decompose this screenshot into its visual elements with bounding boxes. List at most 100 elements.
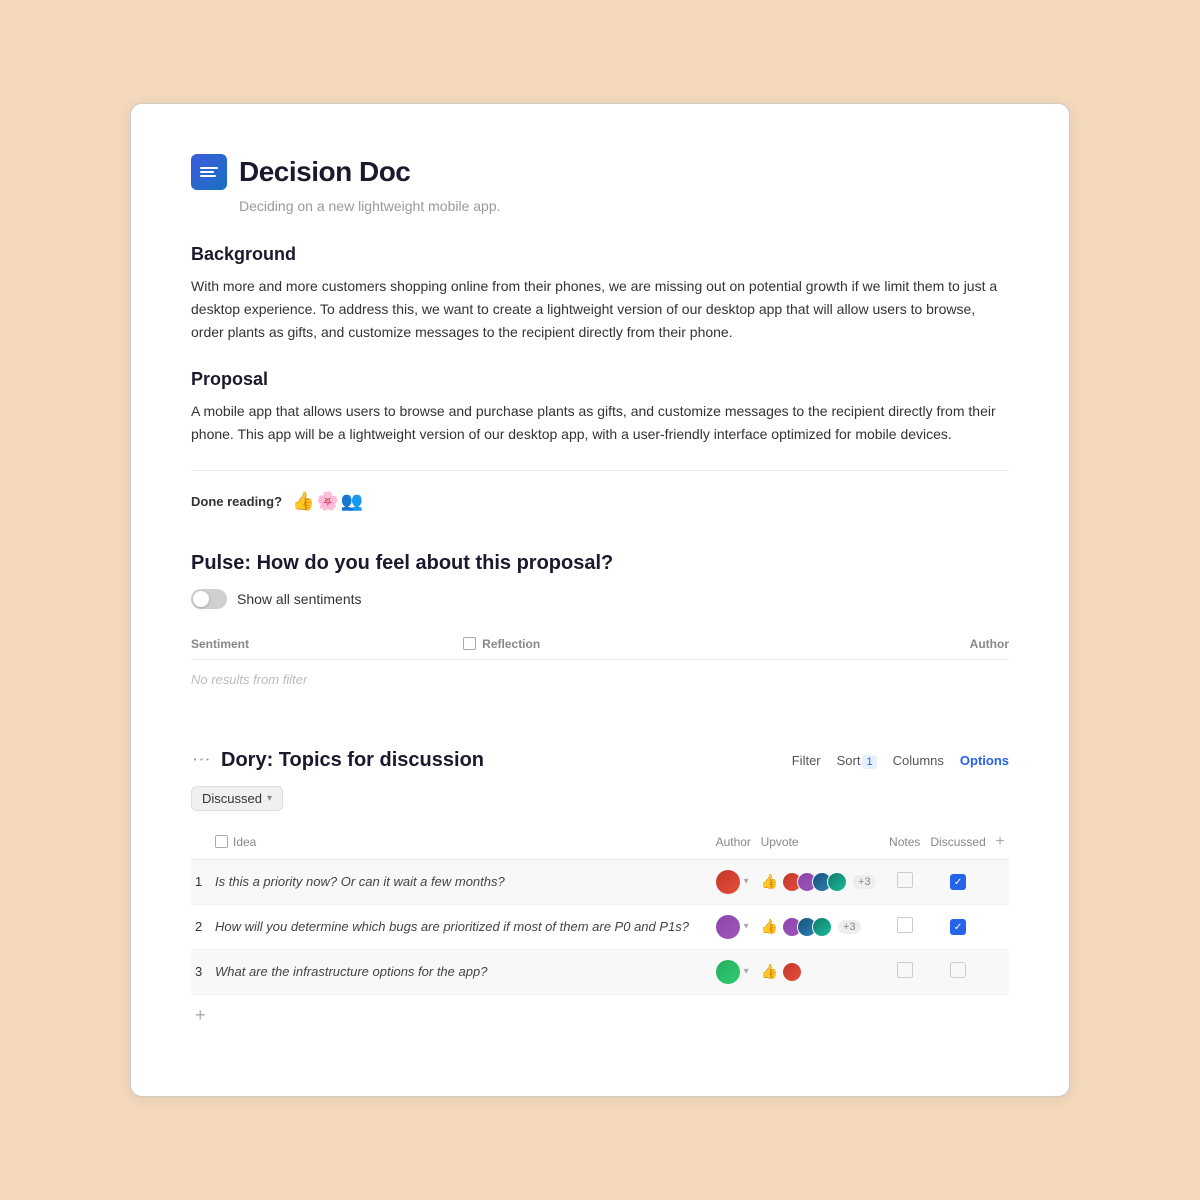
col-add[interactable]: + — [991, 825, 1009, 860]
pulse-col-author: Author — [824, 629, 1009, 660]
main-card: Decision Doc Deciding on a new lightweig… — [130, 103, 1070, 1096]
idea-text: How will you determine which bugs are pr… — [215, 919, 689, 934]
add-column-icon[interactable]: + — [995, 833, 1004, 850]
background-heading: Background — [191, 244, 1009, 265]
idea-checkbox-icon — [215, 835, 228, 848]
col-upvote: Upvote — [757, 825, 885, 860]
row-notes — [884, 904, 925, 949]
avatar — [812, 917, 832, 937]
upvote-count: +3 — [853, 875, 876, 889]
row-idea: What are the infrastructure options for … — [211, 949, 712, 994]
avatar-group — [782, 962, 802, 982]
row-discussed[interactable]: ✓ — [925, 859, 991, 904]
emoji-flower[interactable]: 🌸 — [316, 491, 338, 512]
emoji-thumbsup[interactable]: 👍 — [292, 491, 314, 512]
thumbs-up-icon[interactable]: 👍 — [761, 873, 778, 890]
row-extra — [991, 949, 1009, 994]
discussed-unchecked-icon[interactable] — [950, 962, 966, 978]
row-author: ▾ — [712, 949, 757, 994]
row-notes — [884, 859, 925, 904]
dory-menu-icon[interactable]: ⋮ — [191, 750, 212, 770]
emoji-people[interactable]: 👥 — [341, 491, 363, 512]
row-discussed[interactable]: ✓ — [925, 904, 991, 949]
sort-badge: 1 — [862, 755, 876, 769]
idea-text: What are the infrastructure options for … — [215, 964, 487, 979]
thumbs-up-icon[interactable]: 👍 — [761, 963, 778, 980]
row-notes — [884, 949, 925, 994]
pulse-table: Sentiment Reflection Author No results f… — [191, 629, 1009, 699]
doc-subtitle: Deciding on a new lightweight mobile app… — [191, 198, 1009, 214]
emoji-row[interactable]: 👍 🌸 👥 — [292, 491, 363, 512]
pulse-col-sentiment: Sentiment — [191, 629, 463, 660]
row-upvote: 👍 +3 — [757, 859, 885, 904]
toggle-row: Show all sentiments — [191, 589, 1009, 609]
avatar — [716, 915, 740, 939]
col-author: Author — [712, 825, 757, 860]
avatar — [716, 870, 740, 894]
notes-icon — [897, 872, 913, 888]
chevron-down-icon[interactable]: ▾ — [744, 966, 749, 977]
notes-icon — [897, 962, 913, 978]
filter-dropdown-label: Discussed — [202, 791, 262, 806]
columns-button[interactable]: Columns — [893, 753, 944, 768]
show-sentiments-toggle[interactable] — [191, 589, 227, 609]
dory-table: Idea Author Upvote Notes Discussed + 1 — [191, 825, 1009, 995]
row-num: 1 — [191, 859, 211, 904]
col-num — [191, 825, 211, 860]
row-idea: How will you determine which bugs are pr… — [211, 904, 712, 949]
col-idea: Idea — [211, 825, 712, 860]
chevron-down-icon[interactable]: ▾ — [744, 921, 749, 932]
doc-title: Decision Doc — [239, 156, 410, 188]
row-extra — [991, 859, 1009, 904]
no-results-text: No results from filter — [191, 672, 307, 687]
add-row-button[interactable]: + — [191, 995, 1009, 1036]
toggle-knob — [193, 591, 209, 607]
table-row: 1 Is this a priority now? Or can it wait… — [191, 859, 1009, 904]
row-discussed[interactable] — [925, 949, 991, 994]
doc-icon — [191, 154, 227, 190]
background-body: With more and more customers shopping on… — [191, 275, 1009, 344]
dory-title: Dory: Topics for discussion — [221, 749, 484, 772]
table-row: 2 How will you determine which bugs are … — [191, 904, 1009, 949]
row-upvote: 👍 — [757, 949, 885, 994]
col-discussed: Discussed — [925, 825, 991, 860]
proposal-heading: Proposal — [191, 369, 1009, 390]
row-upvote: 👍 +3 — [757, 904, 885, 949]
done-reading-label: Done reading? — [191, 494, 282, 509]
table-row: 3 What are the infrastructure options fo… — [191, 949, 1009, 994]
idea-text: Is this a priority now? Or can it wait a… — [215, 874, 505, 889]
sort-button[interactable]: Sort1 — [837, 753, 877, 768]
dory-header-left: ⋮ Dory: Topics for discussion — [191, 749, 484, 772]
chevron-down-icon[interactable]: ▾ — [744, 876, 749, 887]
discussed-checked-icon[interactable]: ✓ — [950, 919, 966, 935]
row-num: 3 — [191, 949, 211, 994]
filter-button[interactable]: Filter — [792, 753, 821, 768]
row-idea: Is this a priority now? Or can it wait a… — [211, 859, 712, 904]
dory-header: ⋮ Dory: Topics for discussion Filter Sor… — [191, 749, 1009, 772]
row-author: ▾ — [712, 904, 757, 949]
dory-section: ⋮ Dory: Topics for discussion Filter Sor… — [191, 749, 1009, 1036]
avatar — [827, 872, 847, 892]
pulse-title: Pulse: How do you feel about this propos… — [191, 552, 1009, 575]
doc-header: Decision Doc — [191, 154, 1009, 190]
pulse-col-reflection: Reflection — [463, 629, 824, 660]
reflection-checkbox-icon — [463, 637, 476, 650]
avatar — [716, 960, 740, 984]
col-notes: Notes — [884, 825, 925, 860]
chevron-down-icon: ▾ — [267, 793, 272, 804]
upvote-count: +3 — [838, 920, 861, 934]
done-reading-row: Done reading? 👍 🌸 👥 — [191, 491, 1009, 512]
discussed-checked-icon[interactable]: ✓ — [950, 874, 966, 890]
row-author: ▾ — [712, 859, 757, 904]
row-num: 2 — [191, 904, 211, 949]
filter-dropdown[interactable]: Discussed ▾ — [191, 786, 283, 811]
avatar — [782, 962, 802, 982]
divider-1 — [191, 470, 1009, 471]
row-extra — [991, 904, 1009, 949]
notes-icon — [897, 917, 913, 933]
proposal-body: A mobile app that allows users to browse… — [191, 400, 1009, 446]
dory-toolbar: Filter Sort1 Columns Options — [792, 753, 1009, 768]
avatar-group — [782, 917, 832, 937]
thumbs-up-icon[interactable]: 👍 — [761, 918, 778, 935]
options-button[interactable]: Options — [960, 753, 1009, 768]
